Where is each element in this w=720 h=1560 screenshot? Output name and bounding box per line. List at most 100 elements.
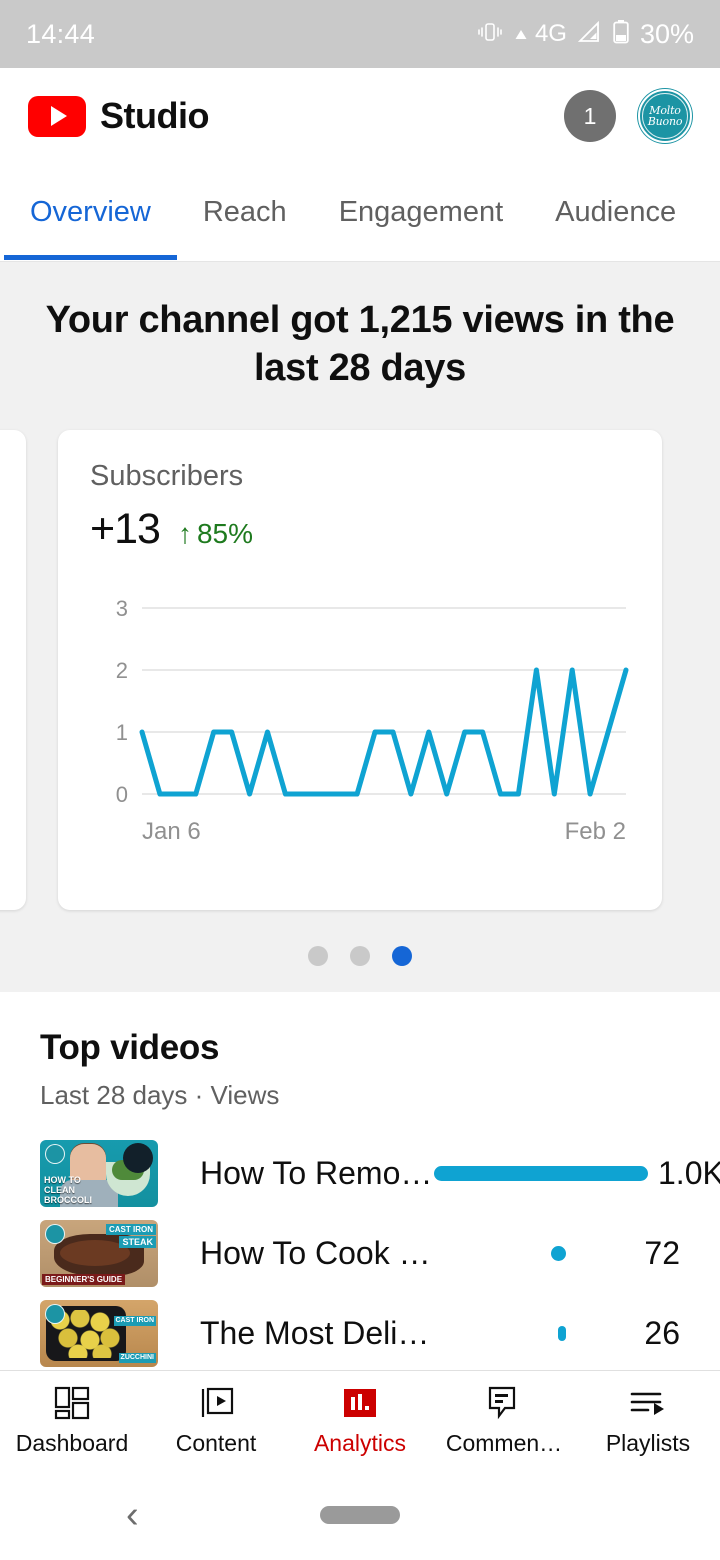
metric-card-subscribers[interactable]: Subscribers +13 ↑ 85% 0 1 2 3 Jan 6 Feb 2 [58,430,662,910]
metric-card-value-row: +13 ↑ 85% [90,505,630,554]
nav-label-playlists: Playlists [605,1429,691,1456]
top-videos-section: Top videos Last 28 days · Views HOW TO C… [0,992,720,1373]
nav-item-playlists[interactable]: Playlists [576,1385,720,1457]
avatar[interactable]: Molto Buono [638,89,692,143]
playlist-icon [628,1385,668,1421]
overview-carousel: Your channel got 1,215 views in the last… [0,262,720,992]
page-title: Your channel got 1,215 views in the last… [45,299,675,389]
thumbnail-cast-iron-steak: CAST IRON STEAK BEGINNER'S GUIDE [40,1219,158,1287]
thumb-label-mid: STEAK [119,1235,156,1248]
tab-engagement[interactable]: Engagement [313,164,529,260]
nav-label-comments: Commen… [445,1429,563,1456]
pager-dot-1[interactable] [308,946,328,966]
nav-item-dashboard[interactable]: Dashboard [0,1385,144,1457]
views-bar [558,1325,566,1341]
chart-x-last-label: Feb 2 [564,818,626,845]
tab-audience[interactable]: Audience [529,164,702,260]
thumb-label-top: CAST IRON [106,1223,156,1235]
svg-text:3: 3 [116,596,128,621]
nav-label-analytics: Analytics [313,1429,407,1456]
pager-dot-3[interactable] [392,946,412,966]
svg-text:0: 0 [116,782,128,807]
youtube-logo-icon [28,95,86,137]
metric-card-previous[interactable] [0,430,26,910]
metric-card-delta: 85% [196,518,253,549]
views-count: 26 [644,1314,680,1351]
tab-audience-label: Audience [555,195,677,228]
views-bar [434,1165,648,1181]
notifications-badge[interactable]: 1 [564,90,616,142]
nav-item-analytics[interactable]: Analytics [288,1385,432,1457]
subscribers-line-chart: 0 1 2 3 Jan 6 Feb 2 [90,596,630,846]
network-type-label: 4G [534,20,567,47]
tab-engagement-label: Engagement [338,195,504,228]
battery-percent: 30% [639,18,694,49]
analytics-tabs: Overview Reach Engagement Audience [0,164,720,262]
thumb-caption-1: HOW TO [44,1174,81,1185]
app-title: Studio [100,95,209,136]
status-time: 14:44 [26,18,96,49]
views-bar-cell [434,1245,576,1261]
tab-reach-label: Reach [202,195,287,228]
metric-card-value: +13 [90,505,161,553]
nav-label-content: Content [175,1429,257,1456]
views-count: 1.0K [658,1154,720,1191]
battery-icon [613,19,629,49]
status-icons: 4G 30% [477,19,694,50]
home-pill[interactable] [320,1506,400,1524]
top-videos-list: HOW TO CLEAN BROCCOLI How To Remo… 1.0K … [40,1133,720,1373]
video-title: How To Remo… [200,1154,433,1191]
caret-up-icon [514,22,528,46]
metric-card-label: Subscribers [90,460,244,492]
chart-x-axis: Jan 6 Feb 2 [90,818,630,846]
top-videos-subtitle: Last 28 days · Views [40,1080,280,1110]
android-navigation-bar: ‹ [0,1470,720,1560]
tab-overview[interactable]: Overview [4,164,177,260]
thumb-label-bottom: ZUCCHINI [118,1352,156,1363]
table-row[interactable]: CAST IRON ZUCCHINI The Most Deli… 26 [40,1293,680,1373]
views-bar-cell [434,1165,658,1181]
status-bar: 14:44 4G 30% [0,0,720,68]
app-bar-actions: 1 Molto Buono [564,89,692,143]
views-count: 72 [644,1234,680,1271]
tab-overview-label: Overview [30,195,151,228]
youtube-studio-brand[interactable]: Studio [28,95,209,137]
top-videos-title: Top videos [40,1028,220,1067]
carousel-pager [0,946,720,966]
thumbnail-zucchini: CAST IRON ZUCCHINI [40,1299,158,1367]
avatar-line-2: Buono [647,115,683,128]
thumbnail-how-to-clean-broccoli: HOW TO CLEAN BROCCOLI [40,1139,158,1207]
back-icon[interactable]: ‹ [126,1496,139,1534]
table-row[interactable]: CAST IRON STEAK BEGINNER'S GUIDE How To … [40,1213,680,1293]
metric-cards-row: Subscribers +13 ↑ 85% 0 1 2 3 Jan 6 Feb 2 [0,430,720,910]
signal-icon [577,20,602,48]
app-screen: 14:44 4G 30% Studio 1 Molto Buono Overvi… [0,0,720,1560]
analytics-bars-icon [340,1385,380,1421]
video-title: How To Cook … [200,1234,431,1271]
views-bar [551,1245,566,1261]
bottom-navigation: Dashboard Content Analytics Commen… Play… [0,1370,720,1470]
thumb-label-bottom: BEGINNER'S GUIDE [42,1273,126,1285]
table-row[interactable]: HOW TO CLEAN BROCCOLI How To Remo… 1.0K [40,1133,720,1213]
chart-svg: 0 1 2 3 [116,596,629,807]
views-bar-cell [434,1325,576,1341]
status-badge: ↑ 85% [178,518,253,550]
dashboard-icon [52,1385,92,1421]
nav-item-content[interactable]: Content [144,1385,288,1457]
pager-dot-2[interactable] [350,946,370,966]
svg-text:2: 2 [116,658,128,683]
thumb-caption-3: BROCCOLI [44,1194,92,1205]
thumb-caption-2: CLEAN [44,1184,75,1195]
app-bar: Studio 1 Molto Buono [0,68,720,164]
thumb-label-top: CAST IRON [113,1315,156,1326]
nav-item-comments[interactable]: Commen… [432,1385,576,1457]
svg-text:1: 1 [116,720,128,745]
nav-label-dashboard: Dashboard [15,1429,129,1456]
chart-x-first-label: Jan 6 [142,818,201,845]
vibrate-icon [477,21,503,48]
comment-icon [484,1385,524,1421]
avatar-logo-icon: Molto Buono [642,93,688,139]
tab-reach[interactable]: Reach [177,164,313,260]
content-video-icon [196,1385,236,1421]
arrow-up-icon: ↑ [177,518,192,549]
